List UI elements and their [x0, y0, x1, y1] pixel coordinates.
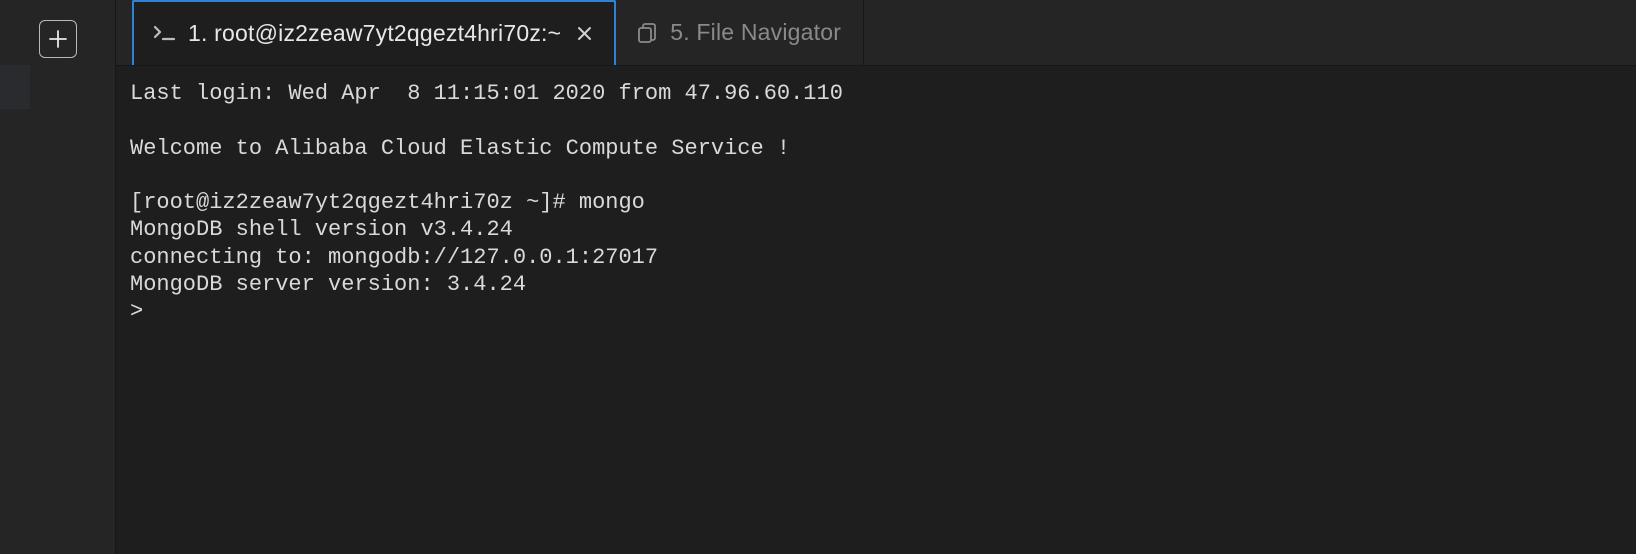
main-area: 1. root@iz2zeaw7yt2qgezt4hri70z:~ 5. Fil… — [116, 0, 1636, 554]
terminal-line: Welcome to Alibaba Cloud Elastic Compute… — [130, 136, 790, 161]
terminal-line: connecting to: mongodb://127.0.0.1:27017 — [130, 245, 658, 270]
tab-terminal-label: 1. root@iz2zeaw7yt2qgezt4hri70z:~ — [188, 20, 561, 47]
terminal-line: MongoDB shell version v3.4.24 — [130, 217, 513, 242]
tab-file-navigator[interactable]: 5. File Navigator — [616, 0, 864, 65]
sidebar-indent-bar — [0, 65, 30, 109]
tab-file-navigator-label: 5. File Navigator — [670, 19, 841, 46]
terminal-icon — [154, 25, 176, 43]
close-icon[interactable] — [577, 26, 592, 41]
sidebar — [0, 0, 116, 554]
copy-icon — [636, 22, 658, 44]
terminal-output[interactable]: Last login: Wed Apr 8 11:15:01 2020 from… — [116, 66, 1636, 554]
new-tab-button[interactable] — [39, 20, 77, 58]
plus-icon — [49, 30, 67, 48]
app-root: 1. root@iz2zeaw7yt2qgezt4hri70z:~ 5. Fil… — [0, 0, 1636, 554]
terminal-line: [root@iz2zeaw7yt2qgezt4hri70z ~]# mongo — [130, 190, 645, 215]
terminal-line: Last login: Wed Apr 8 11:15:01 2020 from… — [130, 81, 843, 106]
terminal-line: MongoDB server version: 3.4.24 — [130, 272, 526, 297]
terminal-line: > — [130, 299, 143, 324]
tab-bar: 1. root@iz2zeaw7yt2qgezt4hri70z:~ 5. Fil… — [116, 0, 1636, 66]
tab-terminal-active[interactable]: 1. root@iz2zeaw7yt2qgezt4hri70z:~ — [132, 0, 616, 65]
